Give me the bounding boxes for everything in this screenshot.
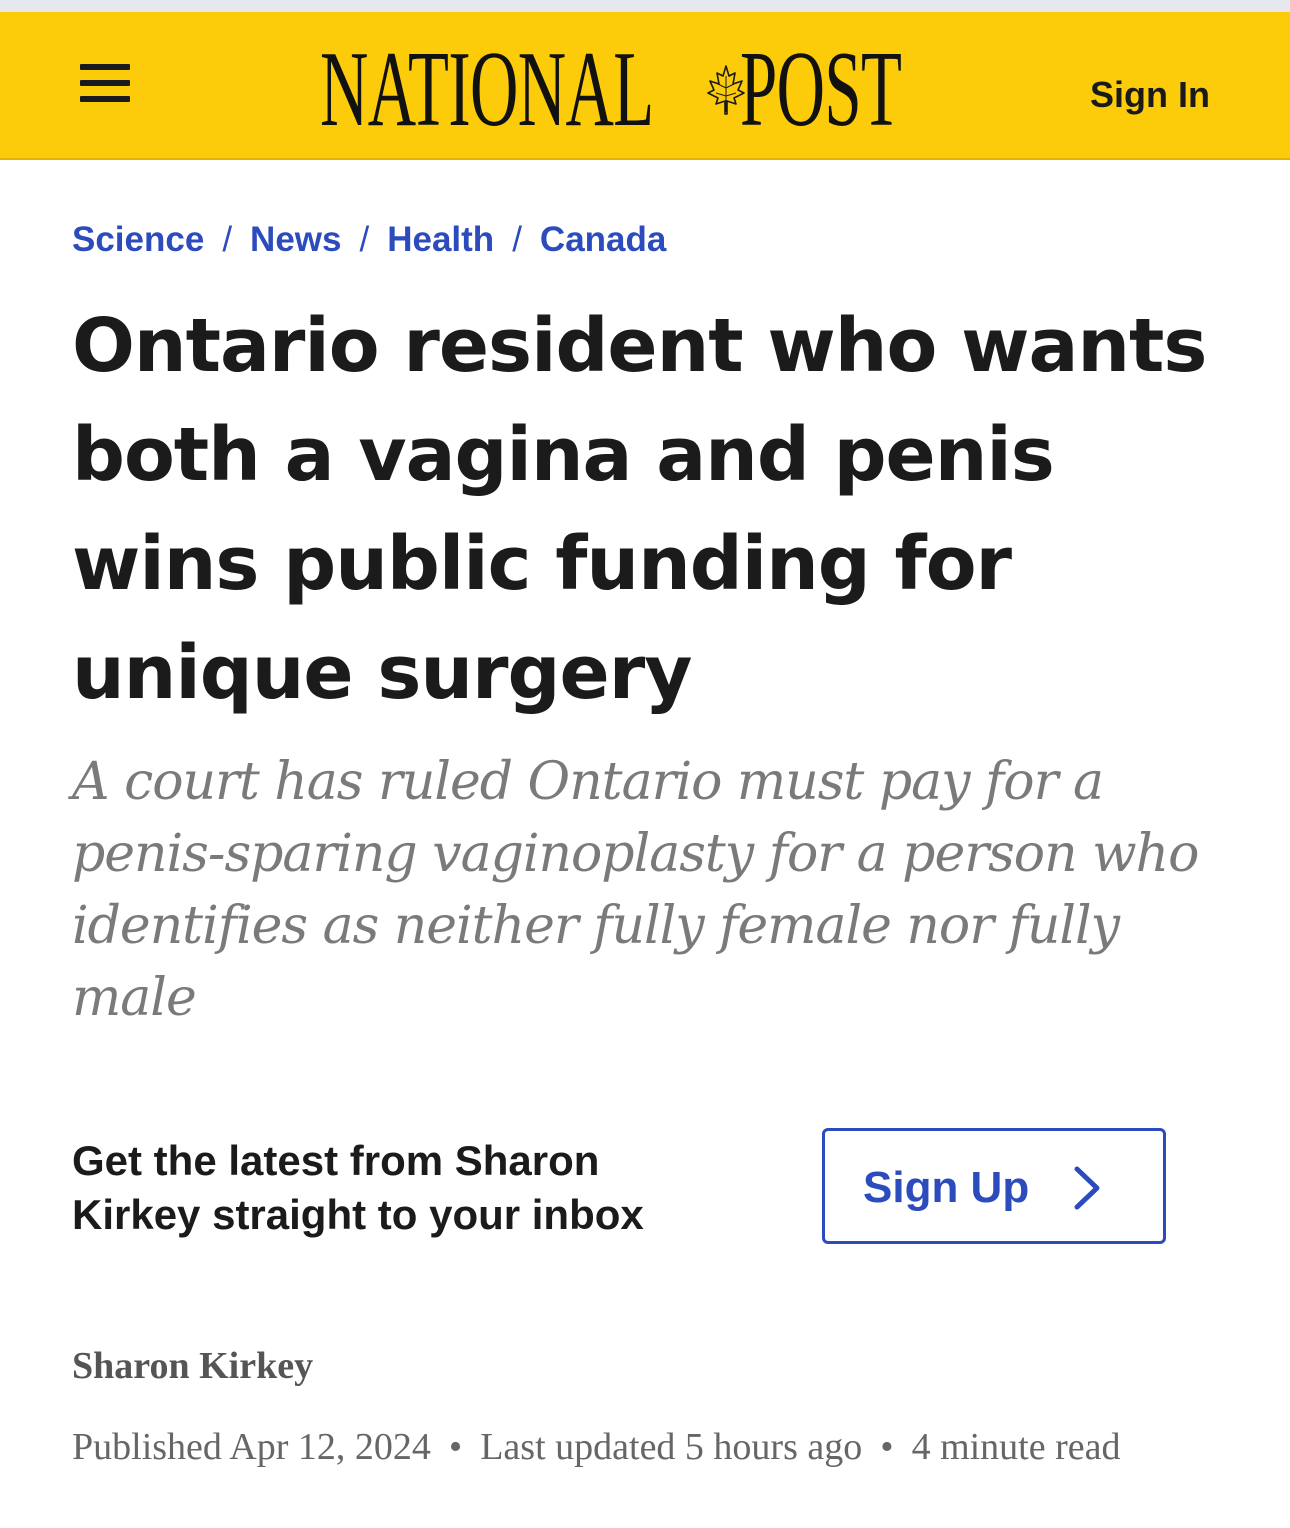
author-byline[interactable]: Sharon Kirkey [72,1344,313,1388]
breadcrumb-separator: / [359,220,370,259]
hamburger-menu-icon[interactable] [80,64,130,104]
breadcrumb-item-canada[interactable]: Canada [540,220,666,259]
chevron-right-icon [1074,1166,1100,1210]
breadcrumb-separator: / [222,220,233,259]
breadcrumb-separator: / [512,220,522,259]
breadcrumb: Science / News / Health / Canada [72,220,666,260]
article-headline: Ontario resident who wants both a vagina… [72,303,1207,716]
site-header: NATIONAL POST Sign In [0,12,1290,160]
sign-in-link[interactable]: Sign In [1090,74,1210,116]
article-subheadline: A court has ruled Ontario must pay for a… [72,752,1199,1028]
status-strip [0,0,1290,12]
meta-separator: • [880,1426,894,1468]
site-logo[interactable]: NATIONAL POST [320,36,970,146]
meta-separator: • [448,1426,463,1468]
published-date: Published Apr 12, 2024 [72,1426,431,1468]
article-meta: Published Apr 12, 2024 • Last updated 5 ho… [72,1424,1222,1470]
logo-word-post: POST [740,30,902,149]
breadcrumb-item-news[interactable]: News [250,220,341,259]
breadcrumb-item-health[interactable]: Health [387,220,494,259]
newsletter-prompt: Get the latest from Sharon Kirkey straig… [72,1137,644,1238]
sign-up-button[interactable]: Sign Up [822,1128,1166,1244]
breadcrumb-item-science[interactable]: Science [72,220,204,259]
logo-word-national: NATIONAL [320,30,654,149]
sign-up-label: Sign Up [863,1163,1030,1212]
read-time: 4 minute read [911,1426,1121,1468]
last-updated: Last updated 5 hours ago [480,1426,863,1468]
